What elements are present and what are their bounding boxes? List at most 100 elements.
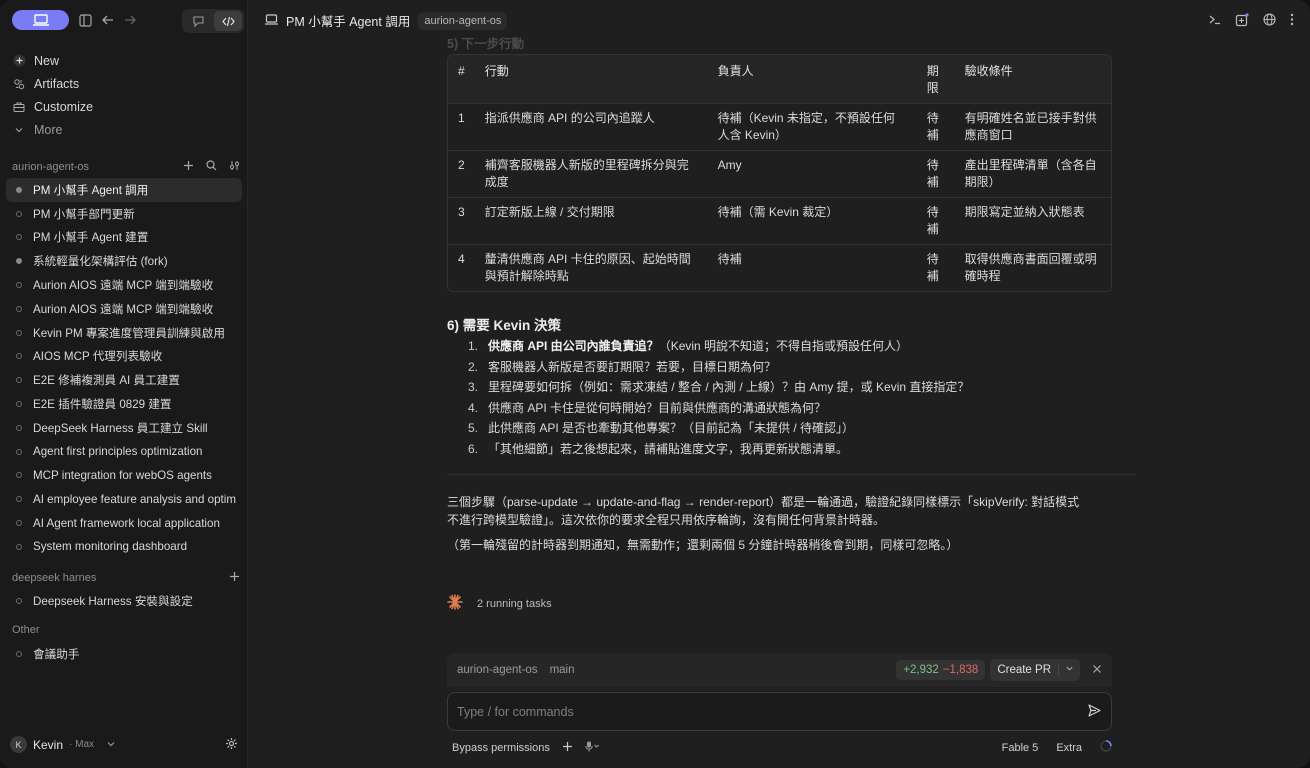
status-dot-icon bbox=[16, 597, 22, 604]
status-dot-icon bbox=[16, 496, 22, 503]
status-dot-icon bbox=[16, 448, 22, 455]
session-item[interactable]: DeepSeek Harness 員工建立 Skill bbox=[6, 416, 242, 440]
status-dot-icon bbox=[16, 186, 22, 193]
session-item[interactable]: PM 小幫手部門更新 bbox=[6, 202, 242, 226]
more-options-icon[interactable] bbox=[1290, 13, 1294, 30]
send-icon[interactable] bbox=[1087, 703, 1102, 721]
session-label: Deepseek Harness 安裝與設定 bbox=[33, 594, 193, 608]
decision-item: 4. 供應商 API 卡住是從何時開始？目前與供應商的溝通狀態為何？ bbox=[458, 398, 1118, 419]
filter-icon[interactable] bbox=[229, 160, 240, 174]
model-controls: Fable 5 Extra bbox=[1002, 740, 1112, 755]
code-icon bbox=[221, 16, 235, 26]
nav-new[interactable]: New bbox=[12, 49, 240, 72]
close-icon[interactable] bbox=[1092, 664, 1102, 677]
preview-icon[interactable] bbox=[1235, 13, 1249, 30]
page-title: PM 小幫手 Agent 調用 bbox=[286, 15, 411, 29]
section-title: Other bbox=[12, 624, 40, 636]
running-tasks-indicator[interactable]: 2 running tasks bbox=[447, 594, 552, 613]
workspace-switch-button[interactable] bbox=[12, 10, 69, 30]
table-header-row: # 行動 負責人 期限 驗收條件 bbox=[448, 55, 1111, 103]
globe-icon[interactable] bbox=[1263, 13, 1276, 30]
nav-artifacts[interactable]: Artifacts bbox=[12, 72, 240, 95]
table-header-cell: # bbox=[448, 55, 475, 103]
table-row: 3 訂定新版上線 / 交付期限 待補（需 Kevin 裁定） 待補 期限寫定並納入狀態表 bbox=[448, 197, 1111, 244]
nav-label: More bbox=[34, 122, 63, 137]
terminal-icon[interactable] bbox=[1208, 13, 1221, 30]
session-item[interactable]: PM 小幫手 Agent 建置 bbox=[6, 226, 242, 250]
session-item[interactable]: PM 小幫手 Agent 調用 bbox=[6, 178, 242, 202]
session-label: PM 小幫手部門更新 bbox=[33, 207, 135, 221]
repo-badge[interactable]: aurion-agent-os bbox=[418, 11, 508, 30]
table-row: 2 補齊客服機器人新版的里程碑拆分與完成度 Amy 待補 產出里程碑清單（含各自期限） bbox=[448, 150, 1111, 197]
session-label: Kevin PM 專案進度管理員訓練與啟用 bbox=[33, 326, 225, 340]
session-item[interactable]: AI Agent framework local application bbox=[6, 511, 242, 535]
deletions-count: −1,838 bbox=[942, 664, 979, 676]
table-cell: 產出里程碑清單（含各自期限） bbox=[954, 150, 1111, 197]
table-cell: 3 bbox=[448, 197, 475, 244]
table-cell: 待補（Kevin 未指定，不預設任何人含 Kevin） bbox=[707, 103, 917, 150]
microphone-icon[interactable] bbox=[585, 741, 599, 755]
table-header-cell: 行動 bbox=[474, 55, 708, 103]
add-icon[interactable] bbox=[183, 160, 194, 174]
summary-paragraph: 三個步驟（parse-update → update-and-flag → re… bbox=[447, 493, 1119, 529]
main-panel: PM 小幫手 Agent 調用 aurion-agent-os 5) 下一步行動… bbox=[249, 0, 1310, 768]
composer-input[interactable]: Type / for commands bbox=[457, 705, 574, 719]
session-label: DeepSeek Harness 員工建立 Skill bbox=[33, 421, 208, 435]
session-label: AIOS MCP 代理列表驗收 bbox=[33, 350, 163, 364]
session-item[interactable]: Agent first principles optimization bbox=[6, 440, 242, 464]
sidebar-nav: New Artifacts Customize More bbox=[12, 49, 240, 141]
composer-footer: Bypass permissions Fable 5 Extra bbox=[452, 740, 1112, 755]
table-cell: Amy bbox=[707, 150, 917, 197]
session-item[interactable]: Aurion AIOS 遠端 MCP 端到端驗收 bbox=[6, 273, 242, 297]
nav-more[interactable]: More bbox=[12, 118, 240, 141]
session-item[interactable]: E2E 插件驗證員 0829 建置 bbox=[6, 392, 242, 416]
model-selector[interactable]: Fable 5 bbox=[1002, 742, 1039, 754]
settings-icon[interactable] bbox=[225, 737, 238, 753]
section-title: deepseek harnes bbox=[12, 572, 97, 584]
add-attachment-icon[interactable] bbox=[562, 741, 573, 755]
decision-item: 1. 供應商 API 由公司內誰負責追？（Kevin 明說不知道；不得自指或預設任… bbox=[458, 336, 1118, 357]
sidebar-toggle-icon[interactable] bbox=[79, 13, 92, 27]
branch-name[interactable]: main bbox=[550, 664, 575, 676]
session-item[interactable]: 會議助手 bbox=[6, 642, 242, 666]
session-item[interactable]: System monitoring dashboard bbox=[6, 535, 242, 559]
table-cell: 待補 bbox=[916, 244, 955, 291]
create-pr-button[interactable]: Create PR bbox=[990, 664, 1059, 676]
decision-list: 1. 供應商 API 由公司內誰負責追？（Kevin 明說不知道；不得自指或預設任… bbox=[458, 336, 1118, 459]
forward-arrow-icon[interactable] bbox=[124, 14, 136, 26]
git-status-bar: aurion-agent-os main +2,932 −1,838 Create… bbox=[447, 653, 1112, 687]
chat-mode-button[interactable] bbox=[184, 11, 212, 31]
session-label: Agent first principles optimization bbox=[33, 445, 203, 459]
session-item[interactable]: Deepseek Harness 安裝與設定 bbox=[6, 589, 242, 613]
table-header-cell: 負責人 bbox=[707, 55, 917, 103]
session-item[interactable]: AI employee feature analysis and optim bbox=[6, 487, 242, 511]
section-heading-decisions: 6) 需要 Kevin 決策 bbox=[447, 318, 562, 333]
decision-detail: （Kevin 明說不知道；不得自指或預設任何人） bbox=[658, 339, 909, 353]
effort-selector[interactable]: Extra bbox=[1056, 742, 1082, 754]
nav-customize[interactable]: Customize bbox=[12, 95, 240, 118]
session-list-other: 會議助手 bbox=[6, 642, 242, 666]
section-header-other: Other bbox=[12, 624, 240, 636]
diff-stats[interactable]: +2,932 −1,838 bbox=[896, 660, 986, 680]
permissions-toggle[interactable]: Bypass permissions bbox=[452, 742, 550, 754]
message-composer[interactable]: Type / for commands bbox=[447, 692, 1112, 731]
search-icon[interactable] bbox=[206, 160, 217, 174]
session-label: MCP integration for webOS agents bbox=[33, 468, 212, 482]
user-account[interactable]: K Kevin · Max bbox=[10, 736, 238, 753]
chevron-down-icon[interactable] bbox=[1059, 664, 1080, 676]
section-actions bbox=[183, 160, 240, 174]
session-label: PM 小幫手 Agent 建置 bbox=[33, 231, 149, 245]
session-item[interactable]: 系統輕量化架構評估 (fork) bbox=[6, 249, 242, 273]
table-cell: 期限寫定並納入狀態表 bbox=[954, 197, 1111, 244]
add-icon[interactable] bbox=[229, 571, 240, 585]
back-arrow-icon[interactable] bbox=[102, 14, 114, 26]
code-mode-button[interactable] bbox=[214, 11, 242, 31]
session-item[interactable]: Aurion AIOS 遠端 MCP 端到端驗收 bbox=[6, 297, 242, 321]
session-item[interactable]: AIOS MCP 代理列表驗收 bbox=[6, 345, 242, 369]
session-item[interactable]: Kevin PM 專案進度管理員訓練與啟用 bbox=[6, 321, 242, 345]
session-item[interactable]: MCP integration for webOS agents bbox=[6, 464, 242, 488]
table-cell: 2 bbox=[448, 150, 475, 197]
session-label: Aurion AIOS 遠端 MCP 端到端驗收 bbox=[33, 279, 214, 293]
session-item[interactable]: E2E 修補複測員 AI 員工建置 bbox=[6, 368, 242, 392]
chat-icon bbox=[192, 15, 204, 27]
